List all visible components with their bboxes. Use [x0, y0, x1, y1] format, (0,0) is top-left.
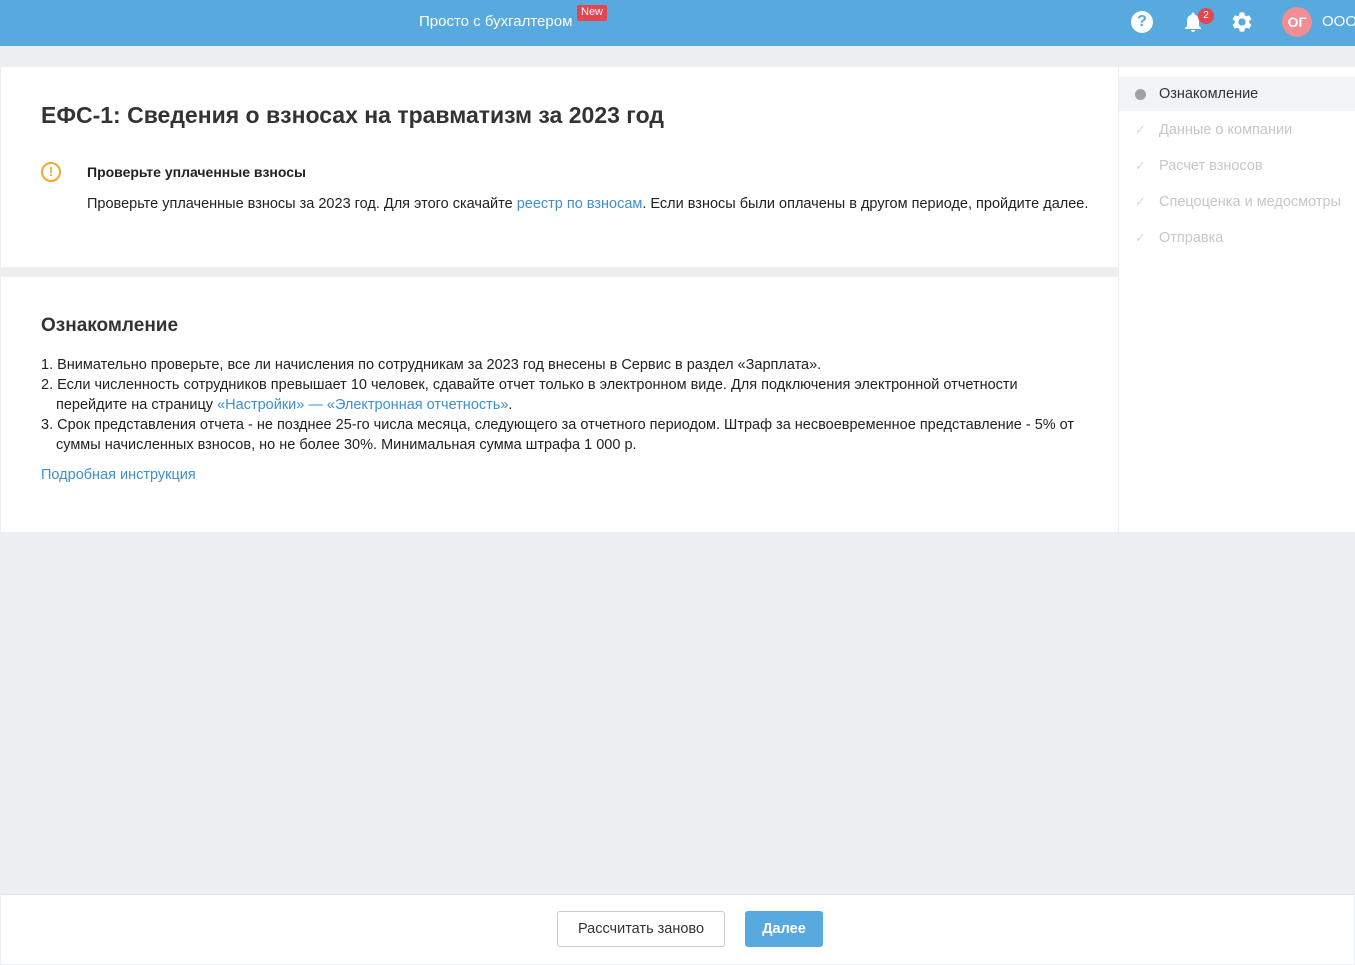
intro-card: Ознакомление 1. Внимательно проверьте, в… — [1, 277, 1118, 532]
list-item: 1. Внимательно проверьте, все ли начисле… — [41, 357, 822, 373]
warning-text-before: Проверьте уплаченные взносы за 2023 год.… — [87, 196, 517, 212]
footer-bar: Рассчитать заново Далее — [1, 894, 1354, 964]
step-intro[interactable]: Ознакомление — [1119, 77, 1355, 111]
list-item-text: 2. Если численность сотрудников превышае… — [41, 377, 1018, 413]
contributions-registry-link[interactable]: реестр по взносам — [517, 196, 643, 212]
recalculate-button[interactable]: Рассчитать заново — [557, 911, 725, 947]
step-label: Расчет взносов — [1159, 158, 1263, 174]
new-badge: New — [577, 5, 608, 21]
check-icon: ✓ — [1135, 158, 1146, 173]
intro-title: Ознакомление — [41, 315, 179, 336]
check-icon: ✓ — [1135, 194, 1146, 209]
check-icon: ✓ — [1135, 122, 1146, 137]
step-special-assessment[interactable]: ✓ Спецоценка и медосмотры — [1119, 185, 1355, 219]
page-title: ЕФС-1: Сведения о взносах на травматизм … — [41, 102, 664, 128]
promo-link[interactable]: Просто с бухгалтером — [419, 13, 572, 30]
next-button[interactable]: Далее — [745, 911, 823, 947]
report-header-card: ЕФС-1: Сведения о взносах на травматизм … — [1, 67, 1118, 267]
step-submit[interactable]: ✓ Отправка — [1119, 221, 1355, 255]
step-label: Данные о компании — [1159, 122, 1293, 138]
warning-text: Проверьте уплаченные взносы за 2023 год.… — [87, 195, 1097, 214]
step-contributions-calc[interactable]: ✓ Расчет взносов — [1119, 149, 1355, 183]
org-name[interactable]: ООО — [1322, 13, 1355, 30]
list-item: 3. Срок представления отчета - не поздне… — [41, 417, 1075, 453]
notification-count-badge: 2 — [1198, 8, 1214, 24]
avatar[interactable]: ОГ — [1282, 7, 1312, 37]
step-label: Отправка — [1159, 230, 1224, 246]
warning-icon: ! — [41, 162, 61, 182]
step-label: Ознакомление — [1159, 86, 1259, 102]
list-item-text-end: . — [508, 397, 513, 413]
help-icon[interactable]: ? — [1131, 11, 1153, 33]
top-bar: Просто с бухгалтером New ? 2 ОГ ООО — [0, 0, 1355, 46]
current-step-dot-icon — [1135, 89, 1146, 100]
step-company-data[interactable]: ✓ Данные о компании — [1119, 113, 1355, 147]
intro-list: 1. Внимательно проверьте, все ли начисле… — [41, 355, 1091, 455]
detailed-instructions-link[interactable]: Подробная инструкция — [41, 467, 196, 483]
settings-button[interactable] — [1230, 10, 1254, 34]
warning-title: Проверьте уплаченные взносы — [87, 164, 306, 180]
list-item: 2. Если численность сотрудников превышае… — [41, 375, 1091, 415]
gear-icon — [1232, 12, 1252, 32]
warning-text-after: . Если взносы были оплачены в другом пер… — [642, 196, 1089, 212]
settings-e-reporting-link[interactable]: «Настройки» — «Электронная отчетность» — [217, 397, 508, 413]
steps-sidebar: Ознакомление ✓ Данные о компании ✓ Расче… — [1119, 67, 1355, 532]
step-label: Спецоценка и медосмотры — [1159, 194, 1342, 210]
check-icon: ✓ — [1135, 230, 1146, 245]
